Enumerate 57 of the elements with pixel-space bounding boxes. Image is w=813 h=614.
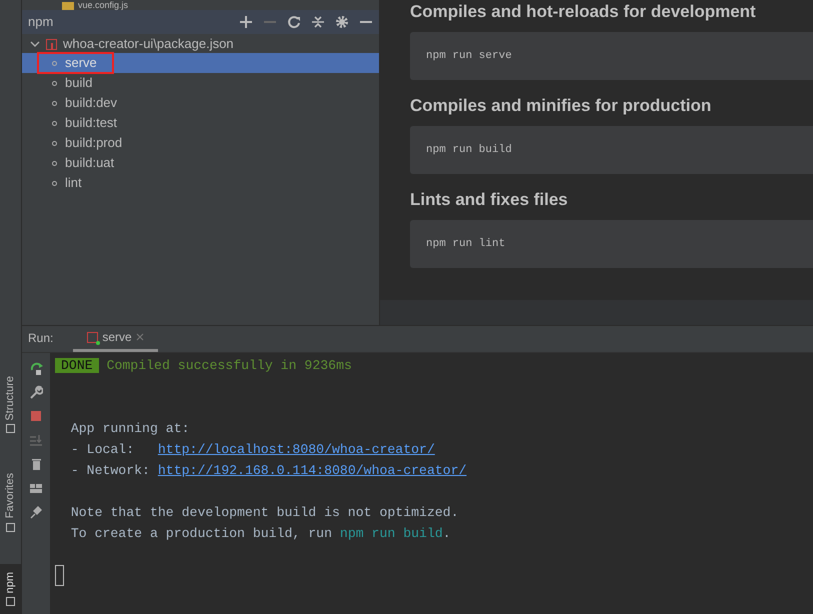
code-block: npm run serve	[410, 32, 813, 80]
console-text: Compiled successfully in 9236ms	[106, 358, 352, 373]
bullet-icon	[52, 60, 57, 66]
layout-icon[interactable]	[29, 481, 43, 495]
panel-icon	[6, 522, 15, 532]
run-label: Run:	[28, 330, 54, 347]
file-name[interactable]: vue.config.js	[78, 0, 128, 10]
rerun-icon[interactable]	[29, 361, 43, 375]
code-block: npm run lint	[410, 220, 813, 268]
side-tab[interactable]: npm	[0, 564, 21, 614]
bullet-icon	[52, 100, 57, 106]
script-item[interactable]: lint	[22, 173, 379, 193]
script-item[interactable]: build:test	[22, 113, 379, 133]
chevron-icon[interactable]	[30, 39, 40, 49]
pin-icon[interactable]	[29, 505, 43, 519]
text-cursor	[55, 565, 64, 586]
settings-icon[interactable]	[335, 15, 349, 29]
npm-icon	[87, 332, 98, 342]
bullet-icon	[52, 140, 57, 146]
file-icon	[62, 2, 74, 10]
section-heading: Compiles and hot-reloads for development	[410, 2, 757, 22]
script-item[interactable]: build	[22, 73, 379, 93]
side-tab[interactable]: Structure	[0, 368, 21, 442]
console-text: - Network:	[70, 463, 151, 478]
npm-icon	[46, 38, 57, 50]
status-badge: DONE	[55, 358, 99, 373]
close-icon[interactable]	[136, 333, 144, 341]
script-item[interactable]: serve	[22, 53, 379, 73]
bullet-icon	[52, 160, 57, 166]
add-icon[interactable]	[239, 15, 253, 29]
panel-icon	[6, 424, 15, 434]
bullet-icon	[52, 180, 57, 186]
script-item[interactable]: build:prod	[22, 133, 379, 153]
section-heading: Compiles and minifies for production	[410, 96, 712, 116]
stop-icon[interactable]	[29, 409, 43, 423]
url-link[interactable]: http://localhost:8080/whoa-creator/	[158, 442, 435, 457]
bullet-icon	[52, 80, 57, 86]
wrench-icon[interactable]	[29, 385, 43, 399]
console-text: Note that the development build is not optimized.	[70, 505, 459, 520]
bullet-icon	[52, 120, 57, 126]
console-text: App running at:	[70, 421, 190, 436]
console-text: - Local:	[70, 442, 136, 457]
code-block: npm run build	[410, 126, 813, 174]
url-link[interactable]: http://192.168.0.114:8080/whoa-creator/	[158, 463, 467, 478]
trash-icon[interactable]	[29, 457, 43, 471]
script-item[interactable]: build:dev	[22, 93, 379, 113]
console-text: To create a production build, run	[70, 526, 333, 541]
console-text: .	[442, 526, 451, 541]
collapse-icon[interactable]	[311, 15, 325, 29]
command-text: npm run build	[340, 526, 443, 541]
side-tab[interactable]: Favorites	[0, 465, 21, 540]
panel-title: npm	[28, 13, 54, 32]
section-heading: Lints and fixes files	[410, 190, 569, 210]
refresh-icon[interactable]	[287, 15, 301, 29]
script-item[interactable]: build:uat	[22, 153, 379, 173]
panel-icon	[6, 597, 15, 606]
package-name[interactable]: whoa-creator-ui\package.json	[63, 34, 234, 54]
